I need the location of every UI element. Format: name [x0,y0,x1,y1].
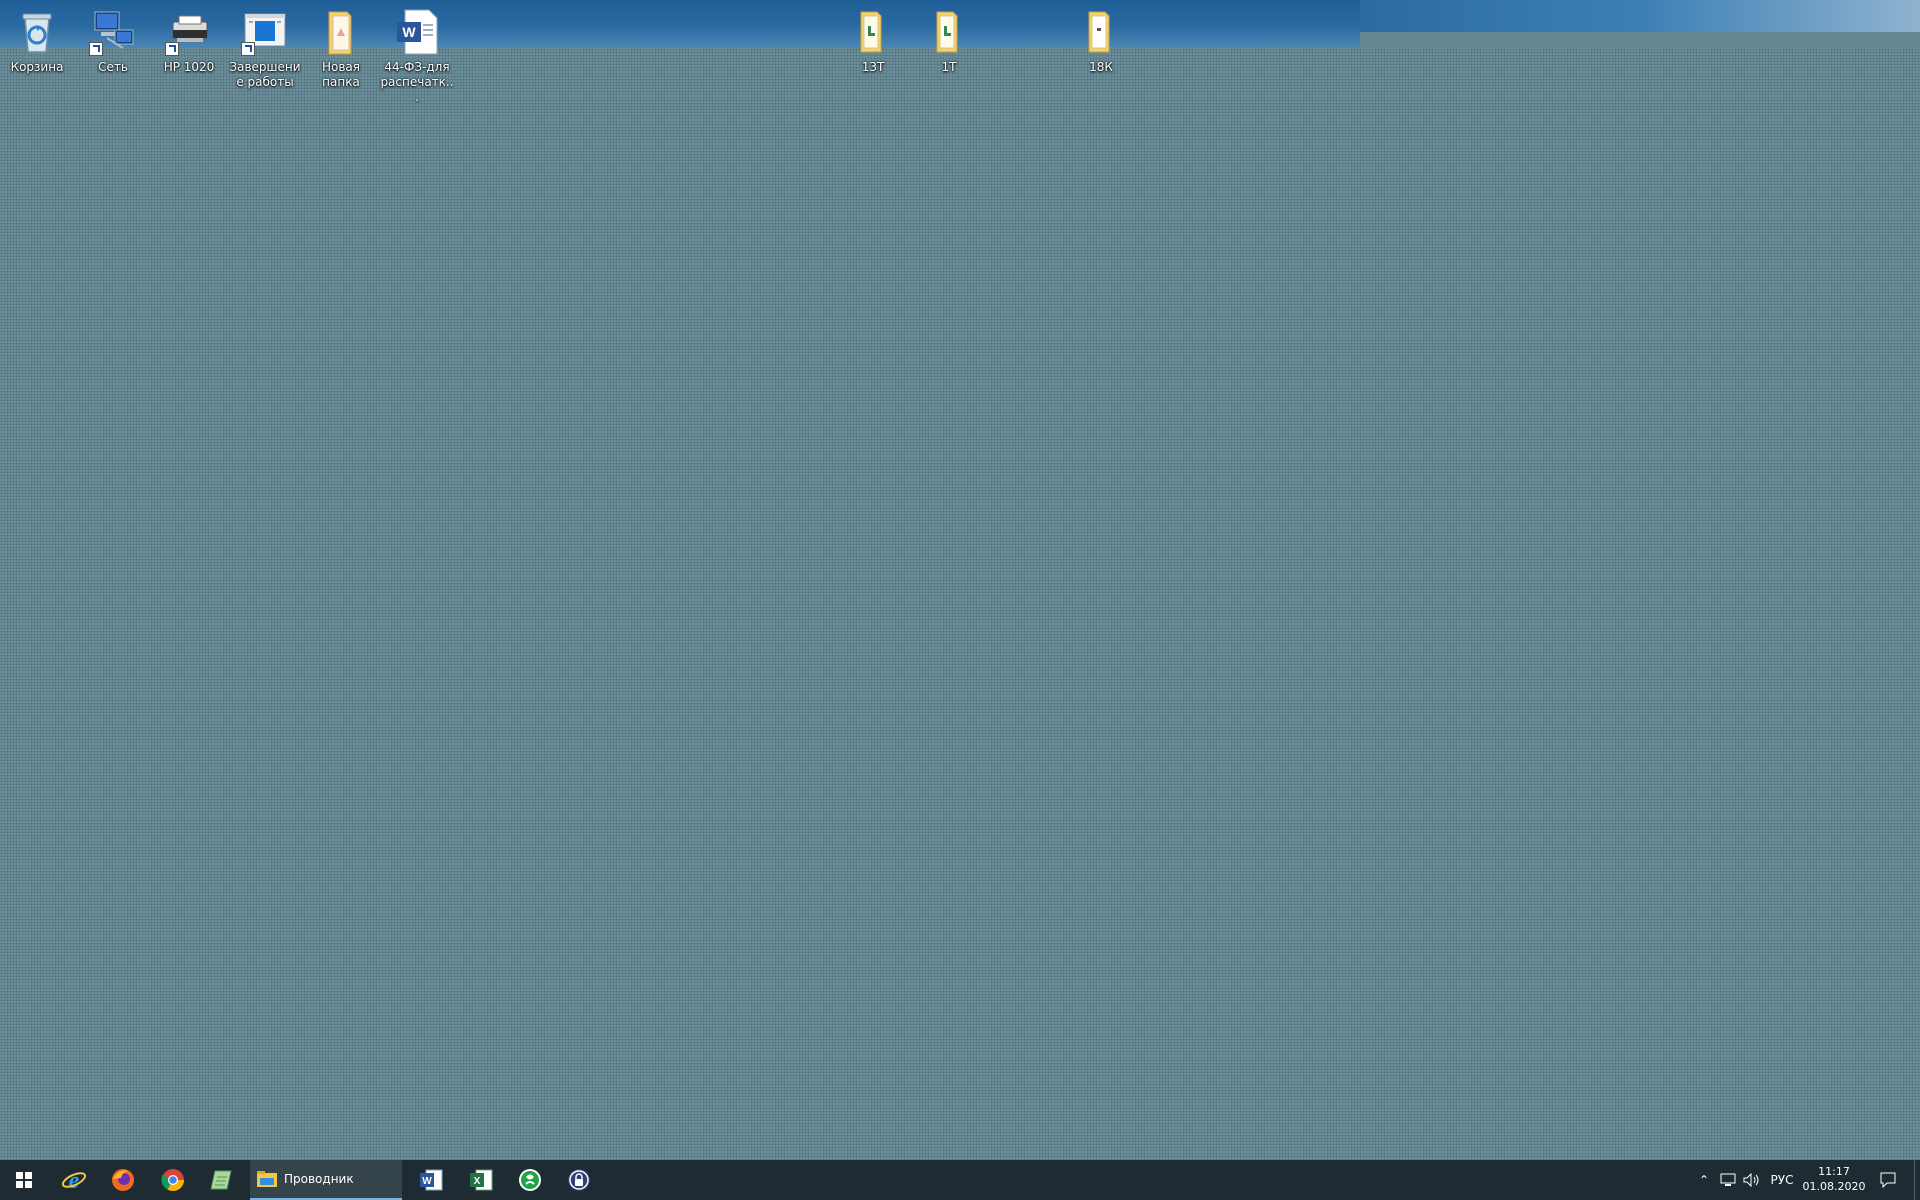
taskbar-file-explorer[interactable]: Проводник [250,1160,402,1200]
internet-explorer-icon: e [61,1168,87,1193]
shortcut-arrow-icon [89,42,103,56]
windows-logo-icon [16,1172,32,1188]
taskbar-green-app[interactable] [506,1160,554,1200]
svg-text:W: W [422,1176,432,1187]
taskbar-internet-explorer[interactable]: e [50,1160,98,1200]
wallpaper-top-strip-right [1360,0,1920,32]
desktop-icon-recycle-bin[interactable]: Корзина [0,8,74,75]
word-document-icon: W [393,8,441,56]
tray-clock[interactable]: 11:17 01.08.2020 [1796,1160,1872,1200]
file-explorer-icon [257,1171,277,1187]
green-app-icon [519,1169,541,1191]
taskbar-excel[interactable]: X [457,1160,505,1200]
network-tray-icon [1720,1173,1736,1186]
speaker-icon [1743,1173,1759,1187]
tray-network[interactable] [1716,1160,1740,1200]
wallpaper-edge [1360,32,1920,48]
desktop-icon-new-folder[interactable]: Новая папка [304,8,378,90]
desktop-icon-folder-1t[interactable]: 1Т [912,8,986,75]
firefox-icon [112,1169,134,1191]
folder-icon [317,8,365,56]
desktop-icon-shutdown[interactable]: Завершение работы [228,8,302,90]
desktop-icon-word-document[interactable]: W 44-ФЗ-для распечатк... [380,8,454,105]
recycle-bin-icon [13,8,61,56]
printer-icon [165,8,213,56]
excel-icon: X [470,1169,493,1191]
desktop-icon-network[interactable]: Сеть [76,8,150,75]
desktop-icon-folder-18k[interactable]: 18К [1064,8,1138,75]
tray-language[interactable]: РУС [1766,1160,1798,1200]
folder-icon [849,8,897,56]
folder-icon [925,8,973,56]
tray-show-hidden-icons[interactable]: ⌃ [1692,1160,1716,1200]
shortcut-arrow-icon [241,42,255,56]
show-desktop-button[interactable] [1914,1160,1920,1200]
svg-text:e: e [69,1168,80,1193]
taskbar-firefox[interactable] [99,1160,147,1200]
network-icon [89,8,137,56]
start-button[interactable] [0,1160,48,1200]
word-icon: W [420,1169,443,1191]
taskbar-word[interactable]: W [407,1160,455,1200]
svg-text:X: X [474,1176,481,1187]
tray-volume[interactable] [1740,1160,1764,1200]
taskbar-lock-app[interactable] [555,1160,603,1200]
folder-icon [1077,8,1125,56]
action-center-button[interactable] [1874,1160,1902,1200]
file-explorer-label: Проводник [284,1172,354,1186]
shutdown-shortcut-icon [241,8,289,56]
desktop[interactable]: Корзина Сеть HP 1020 Завершение работы Н… [0,0,1920,1160]
desktop-icon-folder-13t[interactable]: 13Т [836,8,910,75]
notification-icon [1880,1172,1896,1188]
svg-text:W: W [402,24,416,40]
chrome-icon [161,1169,184,1191]
clock-date: 01.08.2020 [1802,1180,1866,1193]
chevron-up-icon: ⌃ [1698,1173,1710,1187]
shortcut-arrow-icon [165,42,179,56]
desktop-icon-hp-1020[interactable]: HP 1020 [152,8,226,75]
clock-time: 11:17 [1818,1165,1850,1178]
lock-app-icon [568,1169,590,1191]
notepad-icon [210,1170,232,1190]
taskbar-notepad-app[interactable] [198,1160,246,1200]
taskbar-chrome[interactable] [149,1160,197,1200]
taskbar: e Проводник W X ⌃ РУС 11:17 01.08.2020 [0,1160,1920,1200]
